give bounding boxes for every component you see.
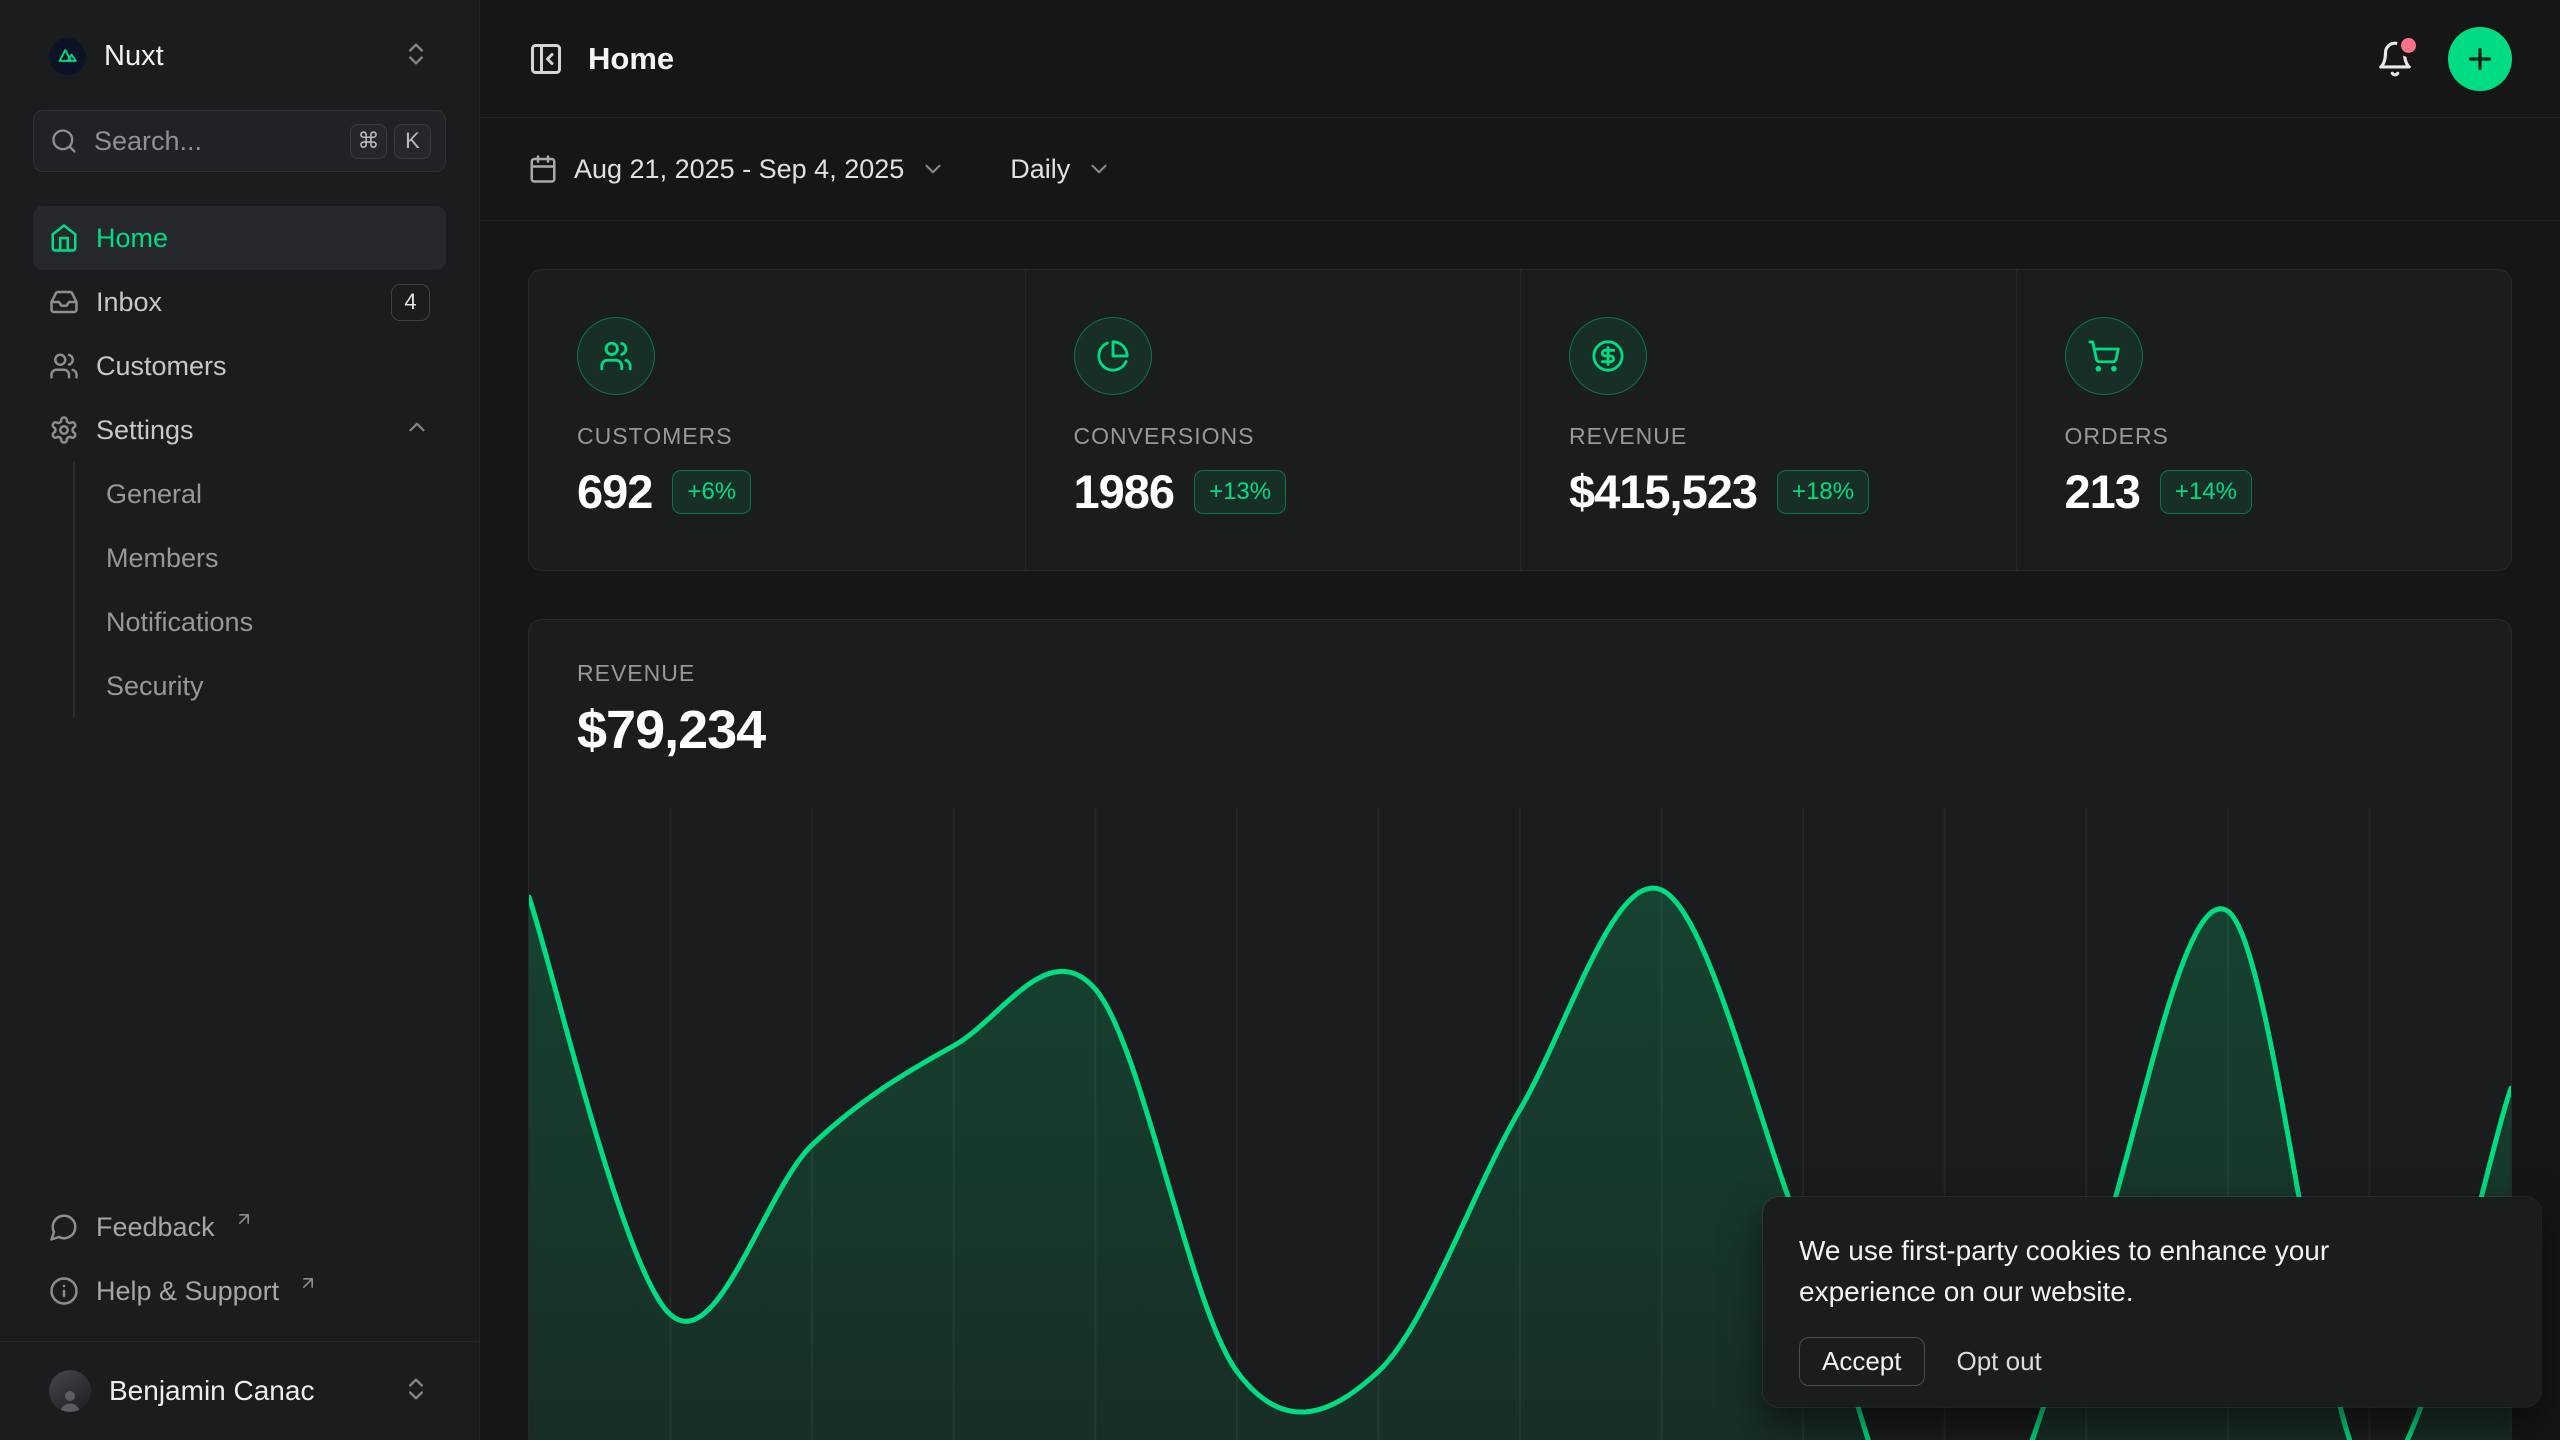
avatar — [49, 1370, 91, 1412]
notification-dot — [2401, 38, 2416, 53]
stat-conversions[interactable]: CONVERSIONS 1986 +13% — [1025, 270, 1521, 570]
notifications-button[interactable] — [2376, 40, 2414, 78]
stat-label: ORDERS — [2065, 423, 2464, 450]
sidebar-nav: Home Inbox 4 Customers — [33, 206, 446, 718]
external-link-icon — [298, 1269, 318, 1300]
sidebar: Nuxt Search... ⌘ K Home — [0, 0, 480, 1440]
home-icon — [49, 223, 79, 253]
filters-toolbar: Aug 21, 2025 - Sep 4, 2025 Daily — [480, 118, 2560, 221]
sidebar-item-label: Customers — [96, 351, 227, 382]
sidebar-item-feedback[interactable]: Feedback — [33, 1195, 446, 1259]
sidebar-item-home[interactable]: Home — [33, 206, 446, 270]
message-circle-icon — [49, 1212, 79, 1242]
user-menu[interactable]: Benjamin Canac — [33, 1342, 446, 1440]
revenue-chart-value: $79,234 — [577, 699, 2463, 761]
stat-value: 213 — [2065, 464, 2140, 519]
stat-revenue[interactable]: REVENUE $415,523 +18% — [1520, 270, 2016, 570]
sidebar-item-label: Feedback — [96, 1212, 215, 1243]
sidebar-item-security[interactable]: Security — [75, 654, 446, 718]
sidebar-item-members[interactable]: Members — [75, 526, 446, 590]
users-icon — [49, 351, 79, 381]
stat-value: $415,523 — [1569, 464, 1757, 519]
shopping-cart-icon — [2065, 317, 2143, 395]
date-range-picker[interactable]: Aug 21, 2025 - Sep 4, 2025 — [528, 154, 946, 185]
sidebar-item-label: Home — [96, 223, 168, 254]
stat-label: CUSTOMERS — [577, 423, 977, 450]
external-link-icon — [234, 1205, 254, 1236]
stats-card: CUSTOMERS 692 +6% CONVERSIONS 1986 +13% — [528, 269, 2512, 571]
stat-orders[interactable]: ORDERS 213 +14% — [2016, 270, 2512, 570]
inbox-icon — [49, 287, 79, 317]
sidebar-item-general[interactable]: General — [75, 462, 446, 526]
stat-value: 692 — [577, 464, 652, 519]
chevron-down-icon — [1086, 156, 1112, 182]
chevrons-up-down-icon — [402, 40, 430, 73]
chevrons-up-down-icon — [402, 1375, 430, 1408]
stat-customers[interactable]: CUSTOMERS 692 +6% — [529, 270, 1025, 570]
sidebar-footer: Feedback Help & Support — [0, 1195, 479, 1341]
sidebar-item-inbox[interactable]: Inbox 4 — [33, 270, 446, 334]
stat-label: CONVERSIONS — [1074, 423, 1473, 450]
sidebar-item-settings[interactable]: Settings — [33, 398, 446, 462]
settings-children: General Members Notifications Security — [73, 462, 446, 718]
nuxt-logo-icon — [49, 38, 86, 75]
cookie-message: We use first-party cookies to enhance yo… — [1799, 1230, 2399, 1312]
plus-icon — [2464, 43, 2496, 75]
search-input[interactable]: Search... ⌘ K — [33, 110, 446, 172]
sidebar-item-label: Inbox — [96, 287, 374, 318]
sidebar-item-label: Settings — [96, 415, 387, 446]
accept-cookies-button[interactable]: Accept — [1799, 1337, 1925, 1386]
circle-dollar-icon — [1569, 317, 1647, 395]
collapse-sidebar-button[interactable] — [528, 41, 564, 77]
sidebar-spacer — [0, 718, 479, 1195]
chevron-down-icon — [920, 156, 946, 182]
sidebar-item-label: Help & Support — [96, 1276, 279, 1307]
search-placeholder: Search... — [94, 126, 350, 157]
page-header: Home — [480, 0, 2560, 118]
sidebar-item-help-support[interactable]: Help & Support — [33, 1259, 446, 1323]
opt-out-button[interactable]: Opt out — [1957, 1338, 2042, 1385]
granularity-select[interactable]: Daily — [1010, 154, 1112, 185]
stat-delta-badge: +13% — [1194, 470, 1286, 514]
gear-icon — [49, 415, 79, 445]
sidebar-item-notifications[interactable]: Notifications — [75, 590, 446, 654]
page-title: Home — [588, 41, 674, 77]
info-circle-icon — [49, 1276, 79, 1306]
pie-chart-icon — [1074, 317, 1152, 395]
calendar-icon — [528, 154, 558, 184]
search-icon — [50, 127, 78, 155]
stat-label: REVENUE — [1569, 423, 1968, 450]
stat-delta-badge: +14% — [2160, 470, 2252, 514]
kbd-k: K — [394, 124, 431, 159]
revenue-chart-label: REVENUE — [577, 660, 2463, 687]
stat-value: 1986 — [1074, 464, 1175, 519]
team-switcher[interactable]: Nuxt — [33, 28, 446, 84]
add-button[interactable] — [2448, 27, 2512, 91]
sidebar-item-customers[interactable]: Customers — [33, 334, 446, 398]
stat-delta-badge: +6% — [672, 470, 751, 514]
granularity-value: Daily — [1010, 154, 1070, 185]
cookie-banner: We use first-party cookies to enhance yo… — [1763, 1197, 2541, 1407]
chevron-up-icon — [404, 414, 430, 447]
users-icon — [577, 317, 655, 395]
panel-left-close-icon — [528, 41, 564, 77]
stat-delta-badge: +18% — [1777, 470, 1869, 514]
date-range-value: Aug 21, 2025 - Sep 4, 2025 — [574, 154, 904, 185]
inbox-count-badge: 4 — [391, 284, 430, 321]
user-name: Benjamin Canac — [109, 1375, 384, 1407]
brand-name: Nuxt — [104, 40, 402, 73]
kbd-meta: ⌘ — [350, 124, 387, 159]
